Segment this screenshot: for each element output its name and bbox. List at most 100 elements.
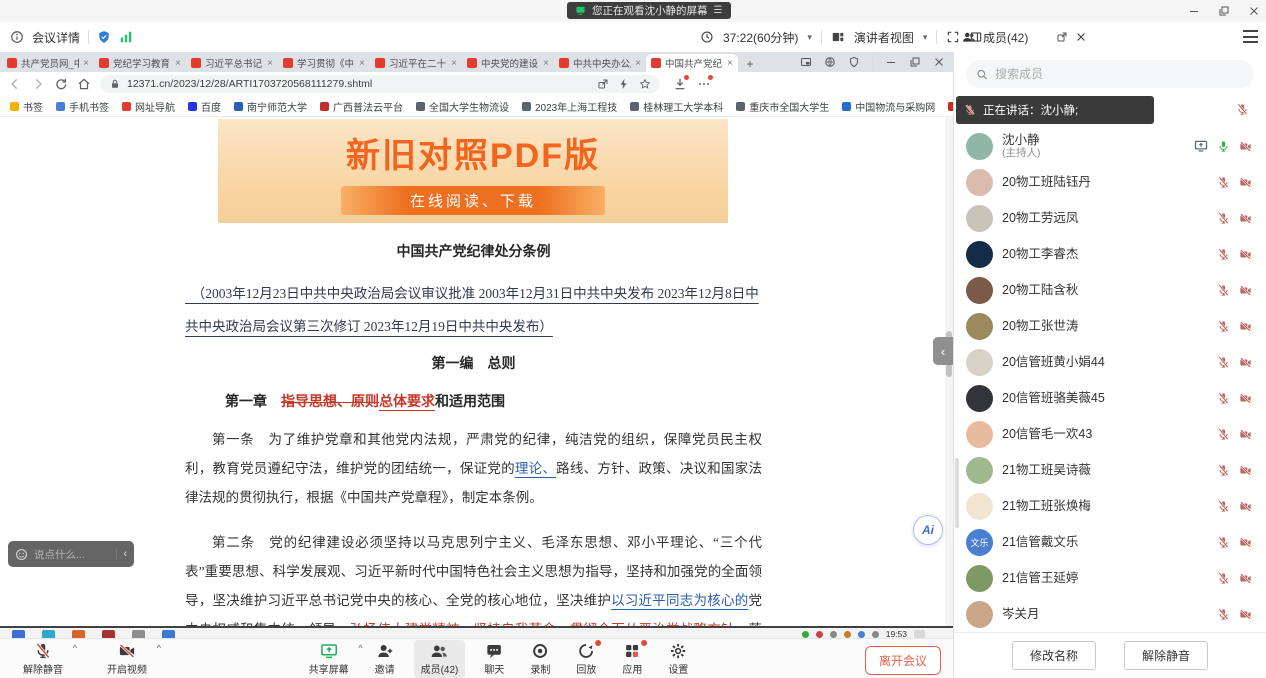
share-icon[interactable]: [597, 78, 609, 90]
topbar-menu-icon[interactable]: [1243, 30, 1258, 43]
bookmark-item[interactable]: 桂林理工大学本科: [630, 99, 723, 114]
smiley-icon[interactable]: [15, 548, 28, 561]
taskbar-app-icon[interactable]: [102, 630, 115, 638]
member-search[interactable]: [966, 60, 1254, 88]
ai-assistant-button[interactable]: Ai: [913, 515, 943, 545]
tab-close-icon[interactable]: ×: [83, 58, 89, 69]
fullscreen-icon[interactable]: [946, 30, 960, 44]
bookmark-item[interactable]: 网址导航: [122, 99, 175, 114]
bookmark-item[interactable]: 手机书签: [56, 99, 109, 114]
bookmark-item[interactable]: 广西普法云平台: [320, 99, 403, 114]
browser-minimize-icon[interactable]: [885, 56, 897, 68]
browser-tab[interactable]: 党纪学习教育 ×: [94, 54, 186, 72]
taskbar-app-icon[interactable]: [72, 630, 85, 638]
tab-close-icon[interactable]: ×: [267, 58, 273, 69]
member-row[interactable]: 20物工陆含秋: [954, 272, 1266, 308]
chat-collapse-icon[interactable]: ‹: [116, 548, 127, 560]
watching-banner[interactable]: 您正在观看沈小静的屏幕 ☰: [567, 2, 731, 19]
tab-close-icon[interactable]: ×: [175, 58, 181, 69]
workspace-icon[interactable]: [824, 56, 836, 68]
member-row[interactable]: 20信管毛一欢43: [954, 416, 1266, 452]
caret-up-icon[interactable]: ^: [157, 643, 161, 653]
member-row[interactable]: 沈小静 (主持人): [954, 128, 1266, 164]
tab-close-icon[interactable]: ×: [543, 58, 549, 69]
member-row[interactable]: 20物工班陆钰丹: [954, 164, 1266, 200]
popout-icon[interactable]: [1056, 31, 1068, 43]
member-row[interactable]: 20物工李睿杰: [954, 236, 1266, 272]
refresh-icon[interactable]: [54, 77, 68, 91]
bookmark-item[interactable]: 重庆市全国大学生: [736, 99, 829, 114]
toolbar-button[interactable]: 录制: [523, 640, 557, 678]
browser-tab[interactable]: 学习贯彻《中 ×: [278, 54, 370, 72]
tab-close-icon[interactable]: ×: [727, 58, 733, 69]
panel-scrollbar-thumb[interactable]: [955, 458, 959, 528]
member-row[interactable]: 20信管班黄小娟44: [954, 344, 1266, 380]
member-row[interactable]: 20信管班骆美薇45: [954, 380, 1266, 416]
panel-collapse-handle[interactable]: ‹: [933, 337, 953, 365]
page-scrollbar[interactable]: [945, 117, 953, 626]
banner-menu-icon[interactable]: ☰: [714, 5, 724, 16]
star-icon[interactable]: [639, 78, 651, 90]
browser-tab[interactable]: 中国共产党纪 ×: [646, 54, 738, 72]
browser-tab[interactable]: 中共中央办公厅 ×: [554, 54, 646, 72]
taskbar-app-icon[interactable]: [162, 630, 175, 638]
meeting-details-button[interactable]: 会议详情: [32, 29, 80, 46]
tray-icon[interactable]: [830, 631, 837, 638]
member-search-input[interactable]: [995, 67, 1244, 81]
panel-footer-button[interactable]: 修改名称: [1012, 641, 1096, 670]
browser-tab[interactable]: 习近平在二十 ×: [370, 54, 462, 72]
tab-close-icon[interactable]: ×: [451, 58, 457, 69]
quick-chat-overlay[interactable]: 说点什么... ‹: [8, 541, 134, 567]
shield-icon[interactable]: [848, 56, 860, 68]
tab-close-icon[interactable]: ×: [359, 58, 365, 69]
bookmark-item[interactable]: 全国大学生物流设: [416, 99, 509, 114]
taskbar-app-icon[interactable]: [12, 630, 25, 638]
tray-icon[interactable]: [816, 631, 823, 638]
leave-meeting-button[interactable]: 离开会议: [865, 646, 941, 675]
browser-tab[interactable]: 共产党员网_中 ×: [2, 54, 94, 72]
notification-center-icon[interactable]: [914, 630, 925, 638]
minimize-icon[interactable]: [1188, 5, 1200, 17]
browser-restore-icon[interactable]: [909, 56, 921, 68]
member-row[interactable]: 20物工劳远凤: [954, 200, 1266, 236]
member-row[interactable]: 21物工班张焕梅: [954, 488, 1266, 524]
toolbar-button[interactable]: 邀请: [368, 640, 402, 678]
tray-icon[interactable]: [858, 631, 865, 638]
toolbar-button[interactable]: 解除静音 ^: [16, 640, 70, 678]
member-row[interactable]: 21物工班吴诗薇: [954, 452, 1266, 488]
member-row[interactable]: 20物工张世涛: [954, 308, 1266, 344]
more-icon[interactable]: [697, 77, 711, 91]
toolbar-button[interactable]: 开启视频 ^: [100, 640, 154, 678]
lightning-icon[interactable]: [618, 78, 630, 90]
view-dropdown-icon[interactable]: ▾: [923, 32, 928, 43]
toolbar-button[interactable]: 聊天: [477, 640, 511, 678]
bookmark-item[interactable]: 中国物流与采购网: [842, 99, 935, 114]
new-tab-button[interactable]: +: [742, 56, 758, 72]
member-row[interactable]: 21信管王延婷: [954, 560, 1266, 596]
close-icon[interactable]: [1075, 31, 1087, 43]
bookmark-item[interactable]: 2023年上海工程技: [522, 99, 617, 114]
timer-dropdown-icon[interactable]: ▾: [807, 32, 812, 43]
close-icon[interactable]: [1248, 5, 1260, 17]
toolbar-button[interactable]: 应用: [615, 640, 649, 678]
caret-up-icon[interactable]: ^: [358, 643, 362, 653]
member-row[interactable]: 岑关月: [954, 596, 1266, 632]
meeting-timer[interactable]: 37:22(60分钟): [723, 29, 798, 46]
bookmark-item[interactable]: 百度: [188, 99, 221, 114]
pip-icon[interactable]: [800, 56, 812, 68]
tab-close-icon[interactable]: ×: [635, 58, 641, 69]
back-icon[interactable]: [8, 77, 22, 91]
browser-tab[interactable]: 习近平总书记 ×: [186, 54, 278, 72]
browser-close-icon[interactable]: [933, 56, 945, 68]
tray-icon[interactable]: [802, 631, 809, 638]
forward-icon[interactable]: [31, 77, 45, 91]
restore-icon[interactable]: [1218, 5, 1230, 17]
tray-icon[interactable]: [872, 631, 879, 638]
shield-check-icon[interactable]: [97, 30, 111, 44]
toolbar-button[interactable]: 设置: [661, 640, 695, 678]
browser-tab[interactable]: 中央党的建设 ×: [462, 54, 554, 72]
signal-icon[interactable]: [119, 30, 133, 44]
home-icon[interactable]: [77, 77, 91, 91]
pdf-banner[interactable]: 新旧对照PDF版 在线阅读、下载: [218, 119, 728, 223]
bookmark-item[interactable]: 书签: [10, 99, 43, 114]
